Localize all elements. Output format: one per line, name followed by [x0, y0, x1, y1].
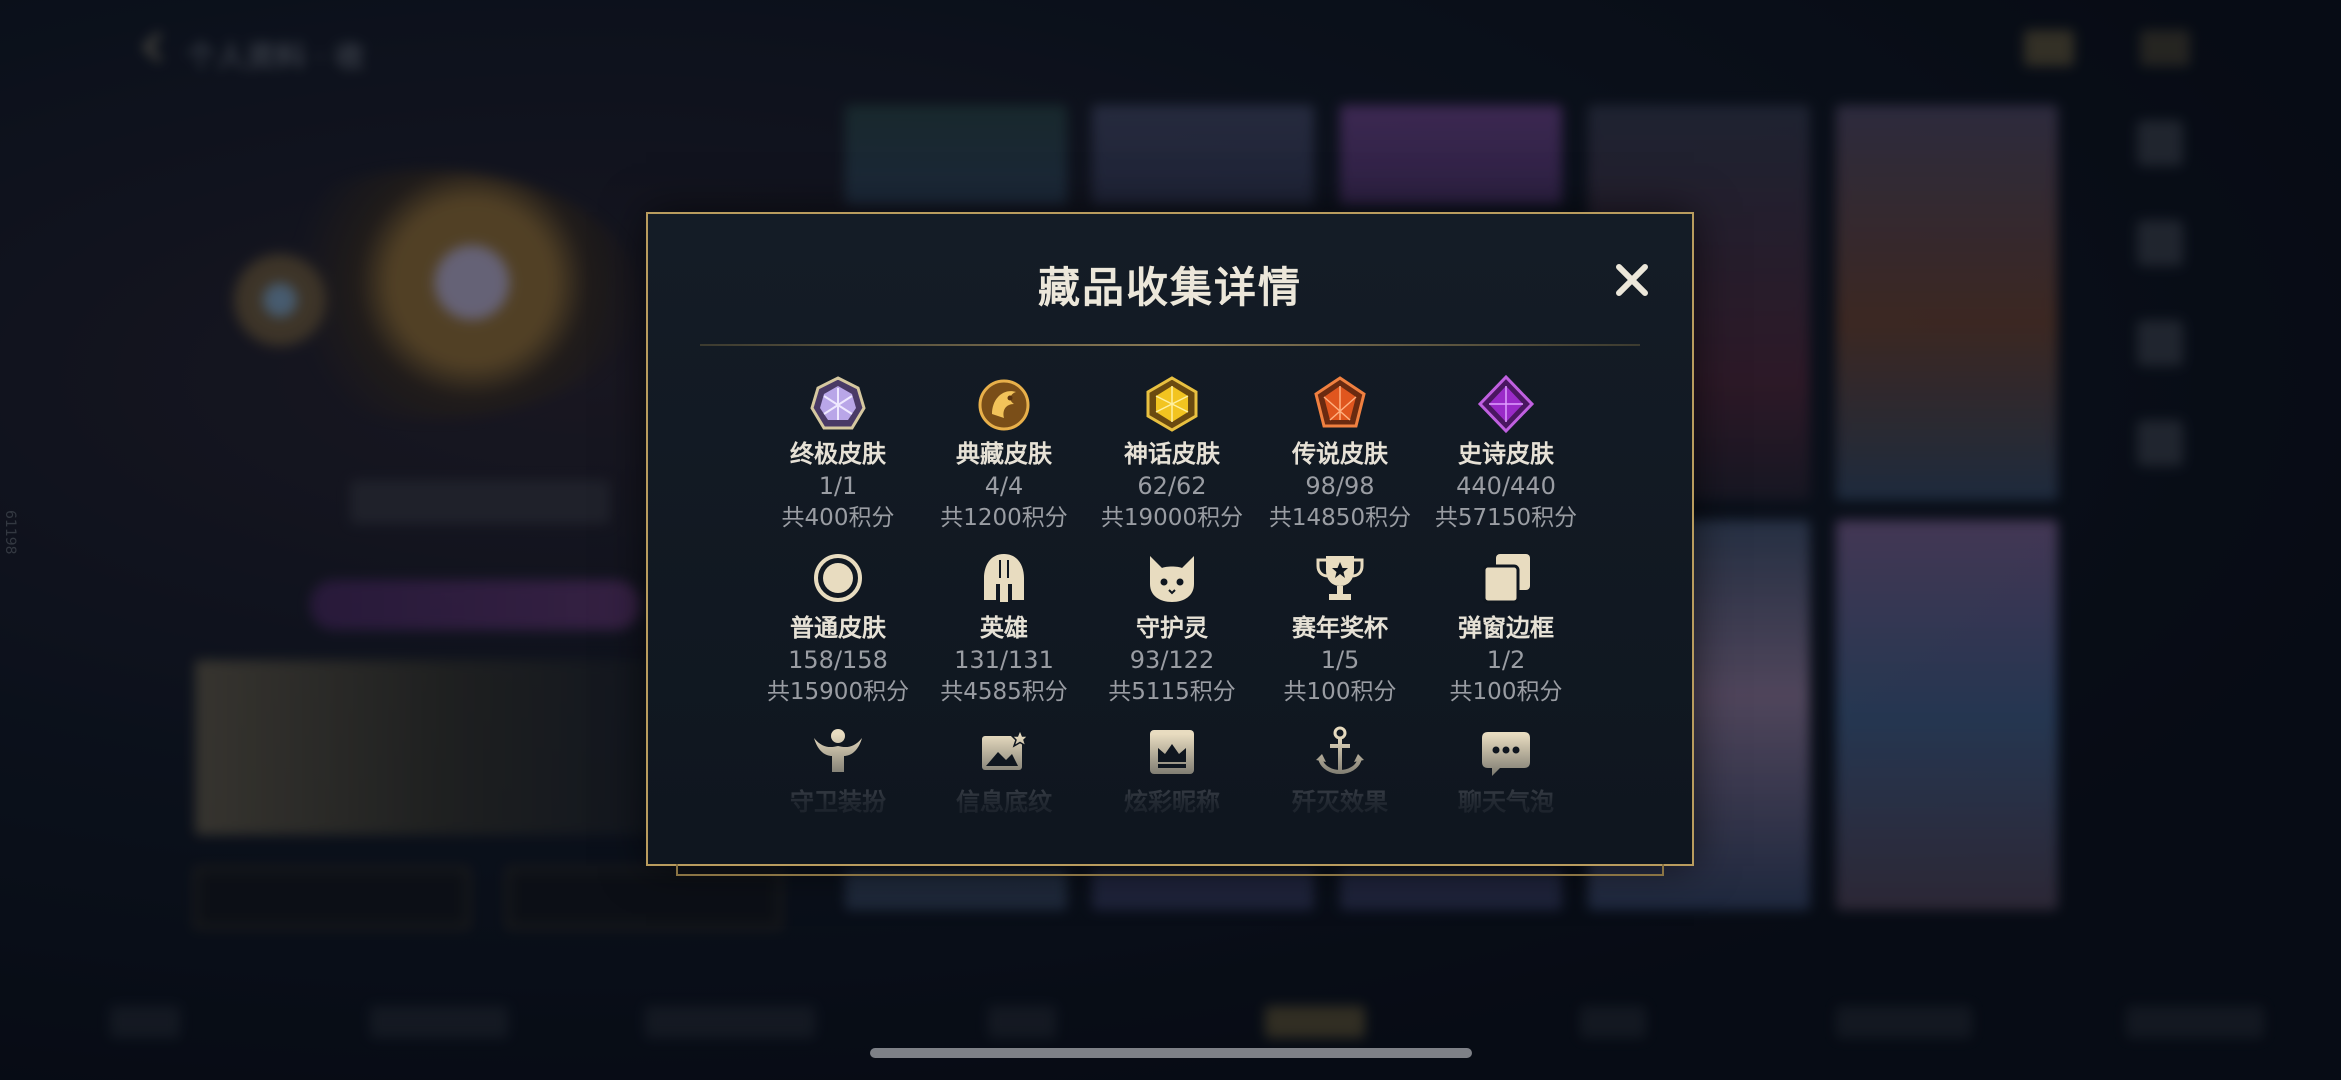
chat-bubble-icon [1482, 732, 1530, 776]
item-count: 98/98 [1305, 472, 1375, 500]
item-score: 共100积分 [1449, 679, 1563, 705]
colorful-nickname-icon [1150, 730, 1194, 774]
collection-item-guard-outfit[interactable]: 守卫装扮 [754, 722, 922, 818]
item-name: 普通皮肤 [790, 614, 886, 642]
item-count: 1/5 [1320, 646, 1360, 674]
item-name: 英雄 [980, 614, 1028, 642]
item-score: 共15900积分 [766, 679, 910, 705]
item-name: 守护灵 [1136, 614, 1208, 642]
item-count: 62/62 [1137, 472, 1207, 500]
collection-item-annihilation-effect[interactable]: 歼灭效果 [1256, 722, 1424, 818]
item-count: 1/1 [818, 472, 858, 500]
legendary-skin-icon [1314, 376, 1366, 428]
collection-skin-icon [978, 379, 1030, 431]
item-score: 共4585积分 [940, 679, 1068, 705]
popup-frame-icon [1482, 554, 1530, 604]
collection-details-modal: 藏品收集详情 终极皮肤 1/1 共400积分 典藏皮肤 4/4 共1200积分 … [646, 212, 1694, 866]
item-name: 歼灭效果 [1292, 788, 1388, 816]
item-score: 共400积分 [781, 505, 895, 531]
collection-item-hero[interactable]: 英雄 131/131 共4585积分 [920, 548, 1088, 708]
item-count: 1/2 [1486, 646, 1526, 674]
item-name: 信息底纹 [956, 788, 1052, 816]
item-score: 共57150积分 [1434, 505, 1578, 531]
collection-item-colorful-nickname[interactable]: 炫彩昵称 [1088, 722, 1256, 818]
collection-item-epic-skin[interactable]: 史诗皮肤 440/440 共57150积分 [1422, 374, 1590, 534]
home-indicator[interactable] [870, 1048, 1472, 1058]
collection-item-mythic-skin[interactable]: 神话皮肤 62/62 共19000积分 [1088, 374, 1256, 534]
collection-item-chat-bubble[interactable]: 聊天气泡 [1422, 722, 1590, 818]
modal-bottom-trim [646, 864, 1694, 878]
item-score: 共100积分 [1283, 679, 1397, 705]
item-name: 赛年奖杯 [1292, 614, 1388, 642]
trophy-icon [1316, 556, 1364, 600]
item-score: 共14850积分 [1268, 505, 1412, 531]
guardian-spirit-icon [1150, 556, 1194, 602]
guard-outfit-icon [814, 729, 862, 772]
item-count: 158/158 [788, 646, 888, 674]
collection-item-trophy[interactable]: 赛年奖杯 1/5 共100积分 [1256, 548, 1424, 708]
collection-item-info-pattern[interactable]: 信息底纹 [920, 722, 1088, 818]
item-name: 传说皮肤 [1292, 440, 1388, 468]
item-count: 93/122 [1129, 646, 1215, 674]
title-divider [700, 344, 1640, 346]
normal-skin-icon [814, 554, 862, 602]
item-name: 弹窗边框 [1458, 614, 1554, 642]
ultimate-skin-icon [810, 376, 866, 430]
info-pattern-icon [982, 728, 1030, 770]
item-name: 典藏皮肤 [956, 440, 1052, 468]
item-count: 131/131 [954, 646, 1054, 674]
collection-item-legendary-skin[interactable]: 传说皮肤 98/98 共14850积分 [1256, 374, 1424, 534]
close-button[interactable] [1608, 256, 1656, 304]
item-score: 共5115积分 [1108, 679, 1236, 705]
item-name: 神话皮肤 [1124, 440, 1220, 468]
modal-title: 藏品收集详情 [1037, 263, 1302, 312]
item-name: 守卫装扮 [790, 788, 886, 816]
item-count: 440/440 [1456, 472, 1556, 500]
item-count: 4/4 [984, 472, 1024, 500]
collection-item-collection-skin[interactable]: 典藏皮肤 4/4 共1200积分 [920, 374, 1088, 534]
collection-item-guardian-spirit[interactable]: 守护灵 93/122 共5115积分 [1088, 548, 1256, 708]
item-score: 共19000积分 [1100, 505, 1244, 531]
collection-item-popup-frame[interactable]: 弹窗边框 1/2 共100积分 [1422, 548, 1590, 708]
epic-skin-icon [1477, 374, 1535, 434]
close-icon [1616, 264, 1648, 296]
collection-item-normal-skin[interactable]: 普通皮肤 158/158 共15900积分 [754, 548, 922, 708]
collection-item-ultimate-skin[interactable]: 终极皮肤 1/1 共400积分 [754, 374, 922, 534]
mythic-skin-icon [1146, 376, 1198, 432]
item-score: 共1200积分 [940, 505, 1068, 531]
item-name: 炫彩昵称 [1124, 788, 1220, 816]
item-name: 终极皮肤 [790, 440, 886, 468]
annihilation-effect-icon [1316, 726, 1364, 775]
item-name: 聊天气泡 [1458, 788, 1554, 816]
item-name: 史诗皮肤 [1458, 440, 1554, 468]
hero-helmet-icon [984, 554, 1024, 602]
